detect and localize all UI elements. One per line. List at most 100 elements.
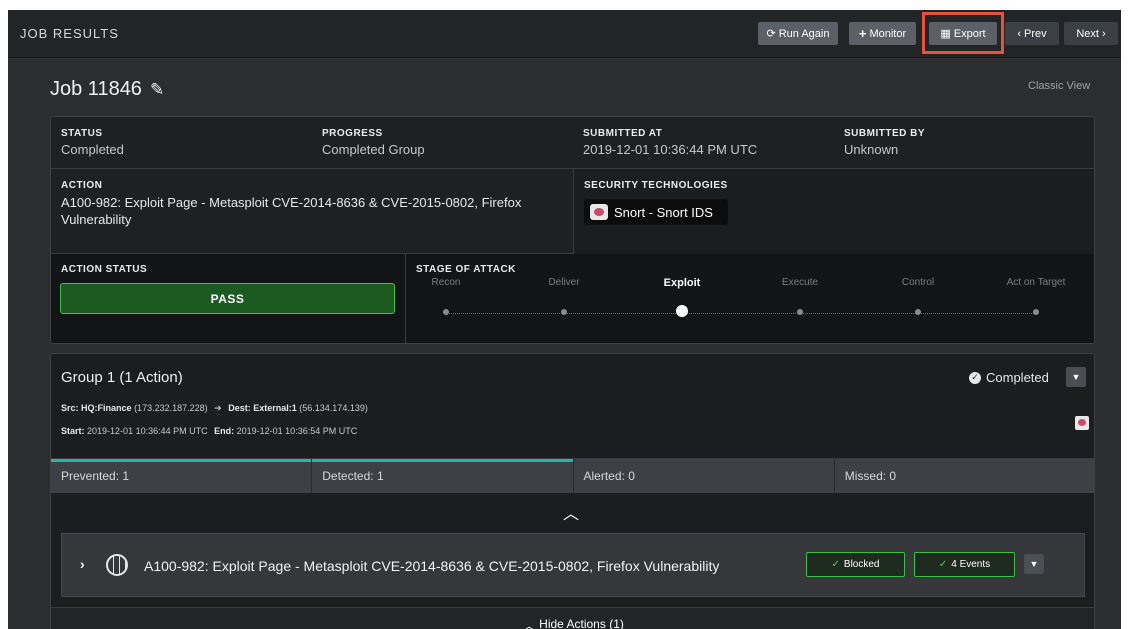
pencil-icon[interactable]: ✎: [150, 80, 164, 100]
details-row-2: ACTION A100-982: Exploit Page - Metasplo…: [51, 169, 1094, 254]
stage-dot: [443, 309, 449, 315]
chevron-right-icon[interactable]: ›: [80, 556, 85, 572]
group-title: Group 1 (1 Action): [61, 369, 183, 386]
details-row-1: STATUS Completed PROGRESS Completed Grou…: [51, 117, 1094, 169]
security-tech-value: Snort - Snort IDS: [614, 204, 713, 220]
submitted-at-field: SUBMITTED AT 2019-12-01 10:36:44 PM UTC: [583, 128, 757, 157]
page-title: JOB RESULTS: [20, 26, 119, 41]
stage-dot: [561, 309, 567, 315]
prev-button[interactable]: ‹ Prev: [1005, 22, 1059, 45]
export-label: Export: [953, 27, 986, 40]
src-label: Src:: [61, 403, 79, 413]
blocked-label: Blocked: [843, 559, 880, 570]
security-tech-badge[interactable]: Snort - Snort IDS: [584, 199, 728, 225]
chevron-up-icon[interactable]: ︿: [563, 500, 579, 524]
dest-label: Dest:: [228, 403, 251, 413]
details-row-3: ACTION STATUS PASS STAGE OF ATTACK Recon…: [51, 254, 1094, 343]
stage-timeline-line: [446, 313, 1036, 314]
caret-down-icon: ▼: [1071, 372, 1081, 382]
stage-of-attack-label: STAGE OF ATTACK: [416, 264, 516, 275]
progress-value: Completed Group: [322, 142, 425, 157]
prev-label: Prev: [1024, 27, 1047, 40]
monitor-button[interactable]: + Monitor: [849, 22, 916, 45]
top-bar: JOB RESULTS ⟳ Run Again + Monitor ▦ Expo…: [8, 10, 1121, 58]
export-button[interactable]: ▦ Export: [929, 22, 997, 45]
table-icon: ▦: [940, 28, 951, 40]
chevron-up-icon: ︿: [523, 619, 536, 629]
plus-icon: +: [858, 26, 867, 41]
events-badge[interactable]: ✓ 4 Events: [914, 552, 1015, 577]
action-status-label: ACTION STATUS: [61, 264, 148, 275]
group-status: ✓ Completed: [969, 370, 1049, 385]
check-circle-icon: ✓: [969, 371, 981, 384]
group-panel: Group 1 (1 Action) ✓ Completed ▼ Src: HQ…: [50, 353, 1095, 629]
next-button[interactable]: Next ›: [1064, 22, 1118, 45]
action-menu-button[interactable]: ▼: [1024, 554, 1044, 574]
pass-status-badge: PASS: [60, 283, 395, 314]
hide-actions-label: Hide Actions (1): [539, 617, 624, 629]
stage-label: Exploit: [663, 277, 701, 289]
action-value: A100-982: Exploit Page - Metasploit CVE-…: [61, 195, 522, 227]
start-value: 2019-12-01 10:36:44 PM UTC: [87, 426, 208, 436]
next-label: Next: [1076, 27, 1099, 40]
job-title-text: Job 11846: [50, 78, 142, 100]
tab-prevented[interactable]: Prevented: 1: [51, 459, 313, 493]
stage-label: Control: [901, 277, 935, 288]
dest-name: External:1: [253, 403, 297, 413]
src-ip: (173.232.187.228): [134, 403, 208, 413]
tab-missed[interactable]: Missed: 0: [834, 459, 1094, 493]
action-label: ACTION: [61, 180, 103, 191]
stage-label: Deliver: [548, 277, 580, 288]
result-tabs: Prevented: 1 Detected: 1 Alerted: 0 Miss…: [51, 458, 1094, 493]
end-label: End:: [214, 426, 235, 436]
security-tech-label: SECURITY TECHNOLOGIES: [584, 180, 728, 191]
arrow-right-icon: ➔: [214, 403, 222, 413]
group-menu-button[interactable]: ▼: [1066, 367, 1086, 387]
chevron-left-icon: ‹: [1017, 27, 1022, 40]
start-label: Start:: [61, 426, 85, 436]
stage-label: Act on Target: [1006, 277, 1066, 288]
progress-label: PROGRESS: [322, 128, 383, 139]
src-name: HQ:Finance: [81, 403, 132, 413]
events-label: 4 Events: [951, 559, 991, 570]
check-icon: ✓: [938, 559, 948, 570]
job-title: Job 11846 ✎: [50, 78, 164, 101]
hide-actions-button[interactable]: ︿ Hide Actions (1): [51, 607, 1094, 629]
run-again-button[interactable]: ⟳ Run Again: [758, 22, 838, 45]
snort-pig-icon: [1075, 416, 1089, 430]
check-icon: ✓: [831, 559, 840, 570]
submitted-by-label: SUBMITTED BY: [844, 128, 925, 139]
classic-view-link[interactable]: Classic View: [1028, 80, 1090, 92]
stage-dot: [797, 309, 803, 315]
tab-detected[interactable]: Detected: 1: [312, 459, 574, 493]
status-label: STATUS: [61, 128, 103, 139]
app-window: JOB RESULTS ⟳ Run Again + Monitor ▦ Expo…: [8, 10, 1121, 629]
run-again-label: Run Again: [778, 27, 830, 40]
submitted-by-field: SUBMITTED BY Unknown: [844, 128, 925, 157]
dest-ip: (56.134.174.139): [299, 403, 368, 413]
stage-dot: [1033, 309, 1039, 315]
time-range-line: Start: 2019-12-01 10:36:44 PM UTC End: 2…: [61, 426, 357, 436]
tab-alerted[interactable]: Alerted: 0: [573, 459, 835, 493]
stage-dot: [676, 305, 688, 317]
blocked-badge: ✓ Blocked: [806, 552, 905, 577]
caret-down-icon: ▼: [1029, 559, 1039, 569]
submitted-at-label: SUBMITTED AT: [583, 128, 663, 139]
refresh-icon: ⟳: [766, 28, 776, 40]
action-field: ACTION A100-982: Exploit Page - Metasplo…: [61, 180, 561, 228]
submitted-by-value: Unknown: [844, 142, 899, 157]
submitted-at-value: 2019-12-01 10:36:44 PM UTC: [583, 142, 758, 157]
end-value: 2019-12-01 10:36:54 PM UTC: [236, 426, 358, 436]
progress-field: PROGRESS Completed Group: [322, 128, 425, 157]
source-destination-line: Src: HQ:Finance (173.232.187.228) ➔ Dest…: [61, 403, 368, 414]
security-technologies-field: SECURITY TECHNOLOGIES Snort - Snort IDS: [573, 169, 1094, 254]
stage-dot: [915, 309, 921, 315]
snort-pig-icon: [590, 204, 608, 220]
status-value: Completed: [61, 142, 124, 157]
job-details-panel: STATUS Completed PROGRESS Completed Grou…: [50, 116, 1095, 344]
action-row-name: A100-982: Exploit Page - Metasploit CVE-…: [144, 558, 720, 574]
action-row[interactable]: › A100-982: Exploit Page - Metasploit CV…: [61, 533, 1085, 597]
monitor-label: Monitor: [869, 27, 907, 40]
stage-label: Execute: [781, 277, 819, 288]
globe-icon: [106, 554, 128, 576]
